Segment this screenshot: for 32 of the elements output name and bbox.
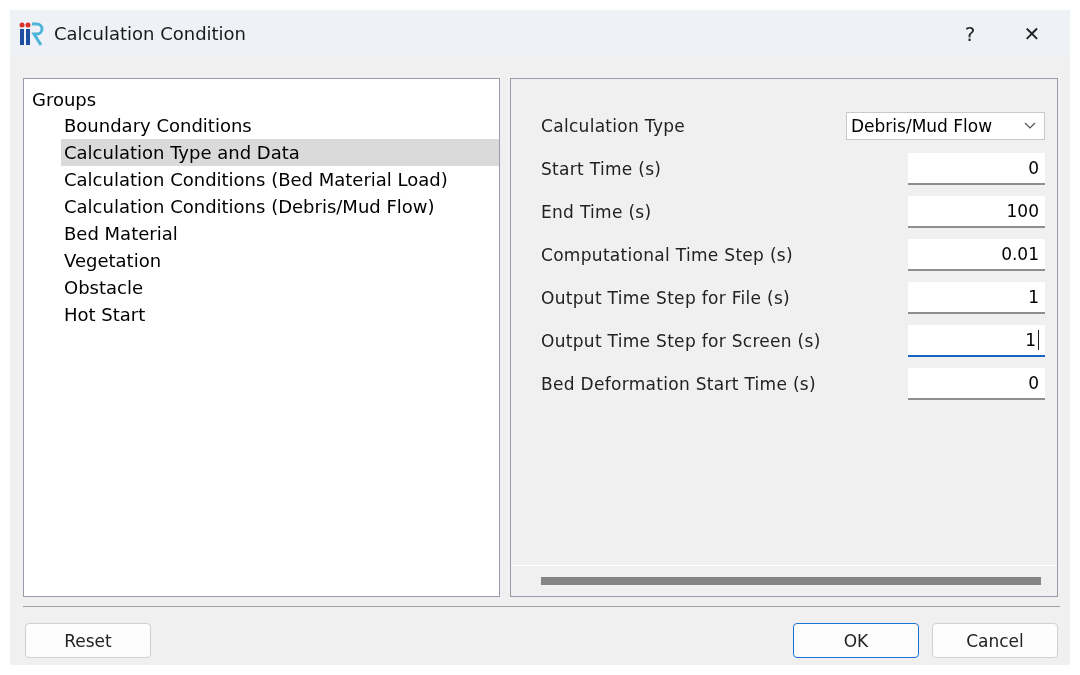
tree-item[interactable]: Calculation Type and Data [61,139,499,166]
tree-item[interactable]: Calculation Conditions (Debris/Mud Flow) [61,193,499,220]
input-field[interactable]: 0 [908,367,1045,400]
tree-root[interactable]: Groups [32,89,499,110]
setting-label: Bed Deformation Start Time (s) [541,373,816,394]
reset-button[interactable]: Reset [25,623,151,658]
input-field[interactable]: 1 [908,281,1045,314]
input-field[interactable]: 1 [908,324,1045,357]
type-dropdown[interactable]: Debris/Mud Flow [846,111,1045,140]
tree-item[interactable]: Obstacle [61,274,499,301]
logo-icon [18,20,44,47]
setting-label: Output Time Step for Screen (s) [541,330,821,351]
input-field[interactable]: 0.01 [908,238,1045,271]
cancel-button[interactable]: Cancel [932,623,1058,658]
chevron-icon [1024,121,1036,130]
tree-item[interactable]: Bed Material [61,220,499,247]
help-button[interactable]: ? [944,13,996,54]
setting-label: Output Time Step for File (s) [541,287,791,308]
input-field[interactable]: 0 [908,152,1045,185]
input-field[interactable]: 100 [908,195,1045,228]
tree-item[interactable]: Boundary Conditions [61,112,499,139]
tree-item[interactable]: Vegetation [61,247,499,274]
window-title: Calculation Condition [54,23,248,44]
setting-label: Computational Time Step (s) [541,244,793,265]
ok-button[interactable]: OK [793,623,919,658]
setting-label: Calculation Type [541,115,686,136]
scrollbar-thumb[interactable] [541,577,1041,585]
close-button[interactable]: ✕ [1006,13,1058,54]
setting-label: End Time (s) [541,201,652,222]
tree-item[interactable]: Hot Start [61,301,499,328]
tree-item[interactable]: Calculation Conditions (Bed Material Load) [61,166,499,193]
setting-label: Start Time (s) [541,158,662,179]
